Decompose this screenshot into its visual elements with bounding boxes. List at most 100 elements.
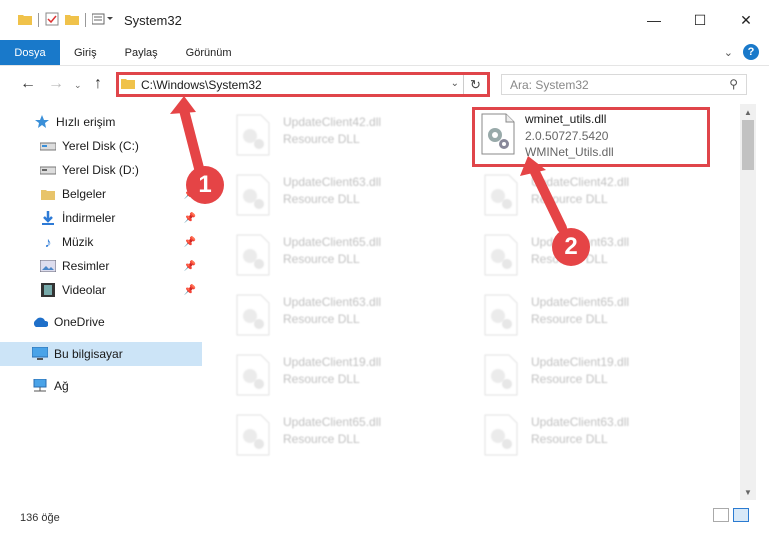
list-item[interactable]: UpdateClient63.dll Resource DLL bbox=[221, 288, 459, 346]
sidebar-item-label: Videolar bbox=[62, 283, 106, 297]
properties-icon[interactable] bbox=[45, 12, 59, 29]
list-item[interactable]: UpdateClient63.dll Resource DLL bbox=[221, 168, 459, 226]
step-marker-1: 1 bbox=[186, 166, 224, 204]
sidebar-item-documents[interactable]: Belgeler 📌 bbox=[0, 182, 202, 206]
sidebar-item-pictures[interactable]: Resimler 📌 bbox=[0, 254, 202, 278]
tab-view[interactable]: Görünüm bbox=[172, 40, 246, 65]
sidebar-item-this-pc[interactable]: Bu bilgisayar bbox=[0, 342, 202, 366]
file-name: UpdateClient63.dll bbox=[283, 295, 382, 309]
toolbar-separator bbox=[38, 13, 39, 27]
highlighted-file-wminet-utils[interactable]: wminet_utils.dll 2.0.50727.5420 WMINet_U… bbox=[472, 107, 710, 167]
sidebar-item-videos[interactable]: Videolar 📌 bbox=[0, 278, 202, 302]
list-item[interactable]: UpdateClient63.dll Resource DLL bbox=[469, 408, 707, 466]
address-bar[interactable]: C:\Windows\System32 ⌄ ↻ bbox=[116, 72, 490, 97]
scroll-down-icon[interactable]: ▼ bbox=[740, 484, 756, 500]
sidebar-item-label: Hızlı erişim bbox=[56, 115, 116, 129]
file-description: WMINet_Utils.dll bbox=[525, 145, 614, 159]
sidebar-item-drive-c[interactable]: Yerel Disk (C:) bbox=[0, 134, 202, 158]
sidebar-item-label: Belgeler bbox=[62, 187, 107, 201]
file-name: UpdateClient42.dll bbox=[283, 115, 382, 129]
sidebar-item-label: Müzik bbox=[62, 235, 94, 249]
dll-file-icon bbox=[236, 114, 270, 156]
sidebar-item-downloads[interactable]: İndirmeler 📌 bbox=[0, 206, 202, 230]
close-button[interactable]: ✕ bbox=[723, 0, 769, 40]
list-item[interactable]: UpdateClient19.dll Resource DLL bbox=[221, 348, 459, 406]
sidebar-item-drive-d[interactable]: Yerel Disk (D:) bbox=[0, 158, 202, 182]
sidebar-item-network[interactable]: Ağ bbox=[0, 374, 202, 398]
search-placeholder: Ara: System32 bbox=[510, 77, 589, 92]
pin-icon[interactable]: 📌 bbox=[184, 213, 196, 224]
vertical-scrollbar[interactable]: ▲ ▼ bbox=[740, 104, 756, 500]
sidebar-item-quick-access[interactable]: Hızlı erişim bbox=[0, 110, 202, 134]
pin-icon[interactable]: 📌 bbox=[184, 285, 196, 296]
new-folder-icon[interactable] bbox=[65, 13, 79, 28]
file-type: Resource DLL bbox=[531, 312, 608, 326]
help-icon[interactable]: ? bbox=[743, 44, 759, 60]
tab-file[interactable]: Dosya bbox=[0, 40, 60, 65]
ribbon-tabs: Dosya Giriş Paylaş Görünüm ⌄ ? bbox=[0, 40, 769, 66]
file-type: Resource DLL bbox=[283, 192, 360, 206]
search-input[interactable]: Ara: System32 ⚲ bbox=[501, 74, 747, 95]
details-view-icon[interactable] bbox=[713, 508, 729, 522]
maximize-button[interactable]: ☐ bbox=[677, 0, 723, 40]
toolbar-separator bbox=[85, 13, 86, 27]
tab-home[interactable]: Giriş bbox=[60, 40, 111, 65]
file-type: Resource DLL bbox=[283, 312, 360, 326]
sidebar-item-onedrive[interactable]: OneDrive bbox=[0, 310, 202, 334]
up-arrow-icon[interactable]: ↑ bbox=[94, 75, 102, 93]
sidebar-item-label: OneDrive bbox=[54, 315, 105, 329]
dll-file-icon bbox=[484, 294, 518, 336]
file-name: UpdateClient65.dll bbox=[283, 415, 382, 429]
cloud-icon bbox=[32, 315, 48, 329]
forward-arrow-icon[interactable]: → bbox=[48, 75, 64, 93]
quick-access-toolbar bbox=[0, 12, 114, 29]
list-item[interactable]: UpdateClient65.dll Resource DLL bbox=[221, 408, 459, 466]
dll-file-icon bbox=[236, 354, 270, 396]
dll-file-icon bbox=[236, 414, 270, 456]
tab-share[interactable]: Paylaş bbox=[111, 40, 172, 65]
expand-ribbon-icon[interactable]: ⌄ bbox=[724, 46, 733, 59]
dll-file-icon bbox=[484, 174, 518, 216]
customize-toolbar-icon[interactable] bbox=[91, 13, 114, 28]
list-item[interactable]: UpdateClient42.dll Resource DLL bbox=[221, 108, 459, 166]
sidebar-item-music[interactable]: ♪ Müzik 📌 bbox=[0, 230, 202, 254]
file-type: Resource DLL bbox=[283, 372, 360, 386]
folder-icon bbox=[18, 13, 32, 28]
pin-icon[interactable]: 📌 bbox=[184, 261, 196, 272]
window-title: System32 bbox=[124, 12, 182, 28]
dll-file-icon bbox=[481, 113, 515, 155]
search-icon: ⚲ bbox=[729, 77, 738, 91]
list-item[interactable]: UpdateClient65.dll Resource DLL bbox=[221, 228, 459, 286]
tiles-view-icon[interactable] bbox=[733, 508, 749, 522]
network-icon bbox=[32, 379, 48, 393]
sidebar-item-label: İndirmeler bbox=[62, 211, 116, 225]
file-list: UpdateClient42.dll Resource DLL UpdateCl… bbox=[207, 104, 740, 500]
list-item[interactable]: UpdateClient65.dll Resource DLL bbox=[469, 288, 707, 346]
file-version: 2.0.50727.5420 bbox=[525, 129, 609, 143]
file-type: Resource DLL bbox=[283, 132, 360, 146]
navigation-pane: Hızlı erişim Yerel Disk (C:) Yerel Disk … bbox=[0, 104, 205, 500]
refresh-icon[interactable]: ↻ bbox=[463, 75, 487, 94]
pin-icon[interactable]: 📌 bbox=[184, 237, 196, 248]
chevron-down-icon[interactable]: ⌄ bbox=[451, 78, 459, 89]
sidebar-item-label: Resimler bbox=[62, 259, 110, 273]
scroll-up-icon[interactable]: ▲ bbox=[740, 104, 756, 120]
scrollbar-thumb[interactable] bbox=[742, 120, 754, 170]
list-item[interactable]: UpdateClient42.dll Resource DLL bbox=[469, 168, 707, 226]
music-icon: ♪ bbox=[44, 234, 52, 250]
step-marker-2: 2 bbox=[552, 228, 590, 266]
dll-file-icon bbox=[236, 294, 270, 336]
window-controls: — ☐ ✕ bbox=[631, 0, 769, 40]
back-arrow-icon[interactable]: ← bbox=[20, 75, 36, 93]
file-name: UpdateClient63.dll bbox=[283, 175, 382, 189]
recent-locations-icon[interactable]: ⌄ bbox=[74, 80, 82, 91]
address-path: C:\Windows\System32 bbox=[141, 77, 262, 92]
star-icon bbox=[34, 115, 50, 129]
list-item[interactable]: UpdateClient19.dll Resource DLL bbox=[469, 348, 707, 406]
minimize-button[interactable]: — bbox=[631, 0, 677, 40]
download-icon bbox=[40, 211, 56, 225]
dll-file-icon bbox=[484, 234, 518, 276]
list-item[interactable]: UpdateClient63.dll Resource DLL bbox=[469, 228, 707, 286]
file-name: UpdateClient65.dll bbox=[531, 295, 630, 309]
file-name: UpdateClient19.dll bbox=[283, 355, 382, 369]
